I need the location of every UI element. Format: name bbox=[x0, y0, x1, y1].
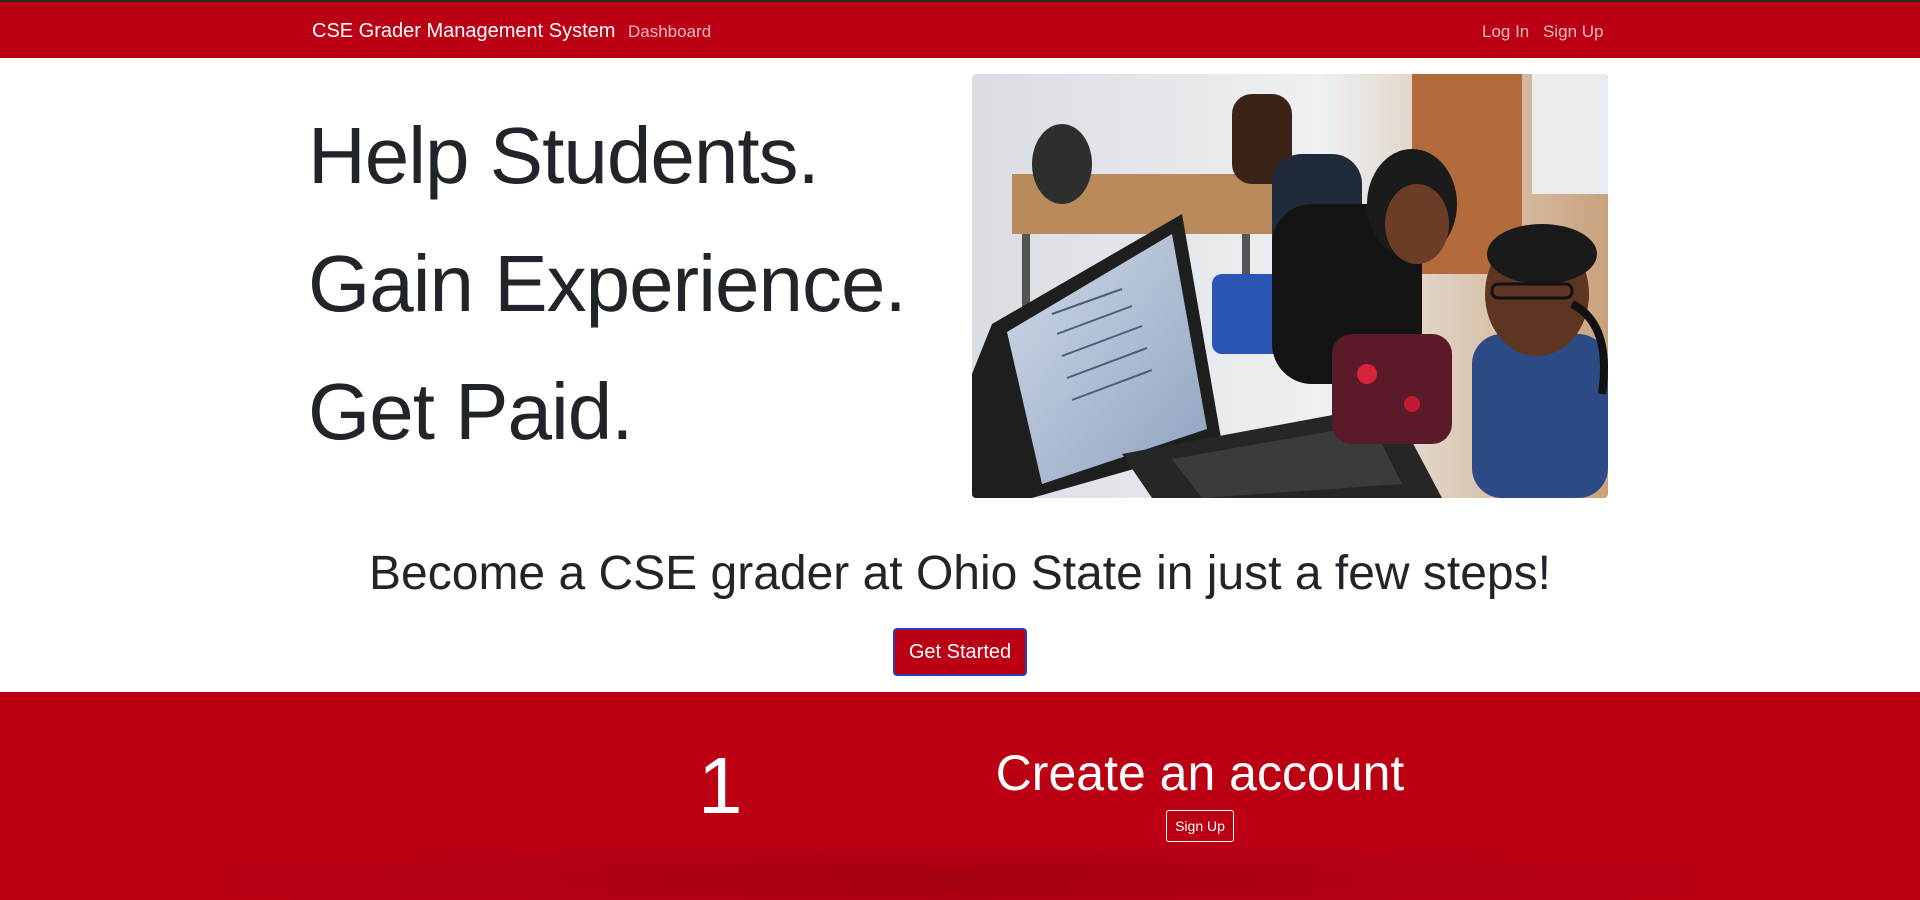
step-number: 1 bbox=[698, 741, 743, 830]
step-title-container: Create an account bbox=[960, 692, 1440, 812]
brand-link[interactable]: CSE Grader Management System bbox=[312, 20, 615, 43]
hero-headline-1: Help Students. bbox=[308, 111, 820, 200]
top-navbar: CSE Grader Management System Dashboard L… bbox=[0, 0, 1920, 58]
steps-section: 1 Create an account Sign Up bbox=[0, 692, 1920, 900]
nav-login-link[interactable]: Log In bbox=[1482, 22, 1529, 42]
nav-dashboard-link[interactable]: Dashboard bbox=[628, 22, 711, 42]
hero-headline-2: Gain Experience. bbox=[308, 239, 907, 328]
cta-tagline: Become a CSE grader at Ohio State in jus… bbox=[369, 547, 1551, 600]
step-signup-button[interactable]: Sign Up bbox=[1166, 810, 1234, 842]
get-started-button[interactable]: Get Started bbox=[893, 628, 1027, 676]
nav-signup-link[interactable]: Sign Up bbox=[1543, 22, 1603, 42]
step-title: Create an account bbox=[995, 745, 1405, 801]
hero-headline-3: Get Paid. bbox=[308, 367, 634, 456]
steps-shadow bbox=[170, 840, 1750, 900]
hero-photo bbox=[972, 74, 1608, 498]
